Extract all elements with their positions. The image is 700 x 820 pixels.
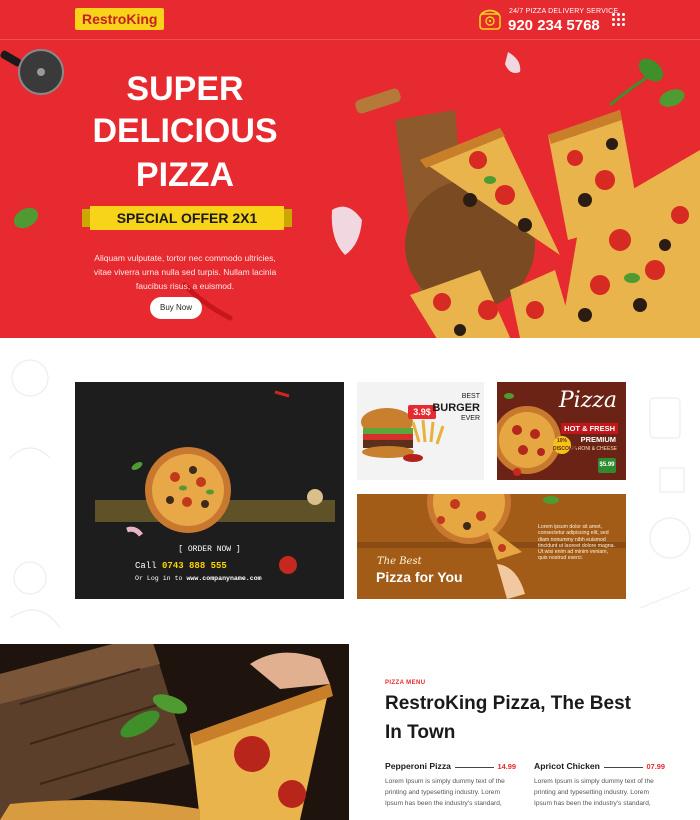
menu-item-divider <box>454 767 494 768</box>
best-pizza-script: The Best <box>377 556 422 567</box>
burger-line1: BEST <box>461 393 480 400</box>
order-phone: 0743 888 555 <box>162 561 227 571</box>
pizza-menu-section: PIZZA MENU RestroKing Pizza, The Best In… <box>0 644 700 820</box>
hero-banner: SUPER DELICIOUS PIZZA SPECIAL OFFER 2X1 … <box>0 40 700 338</box>
order-now-promo[interactable]: [ ORDER NOW ] Call 0743 888 555 Or Log i… <box>75 382 344 599</box>
call-line: Call 0743 888 555 <box>135 561 227 571</box>
menu-item-name: Apricot Chicken <box>534 761 600 771</box>
discount-badge: 10% DISCOUNT <box>553 436 580 454</box>
hero-description: Aliquam vulputate, tortor nec commodo ul… <box>93 253 277 291</box>
hot-fresh-pizza-promo[interactable]: Pizza HOT & FRESH PREMIUM PEPPERONI & CH… <box>497 382 626 480</box>
order-now-label: [ ORDER NOW ] <box>178 545 241 554</box>
buy-now-button[interactable]: Buy Now <box>150 297 202 319</box>
hot-price-tag: $5.99 <box>598 458 616 473</box>
special-offer-label: SPECIAL OFFER 2X1 <box>116 210 258 226</box>
burger-line2: BURGER <box>432 402 480 414</box>
menu-item-description: Lorem Ipsum is simply dummy text of the … <box>534 778 654 807</box>
hot-premium-label: PREMIUM <box>580 435 616 444</box>
menu-item-divider <box>603 767 643 768</box>
promo-gallery: [ ORDER NOW ] Call 0743 888 555 Or Log i… <box>0 338 700 644</box>
burger-line3: EVER <box>460 415 480 422</box>
menu-item-price: 14.99 <box>497 761 517 771</box>
pizza-cutter-icon <box>0 49 64 95</box>
menu-heading-line1: RestroKing Pizza, The Best <box>385 693 631 714</box>
menu-item[interactable]: Pepperoni Pizza 14.99 Lorem Ipsum is sim… <box>385 760 516 809</box>
menu-heading-line2: In Town <box>385 722 456 743</box>
best-burger-promo[interactable]: 3.9$ BEST BURGER EVER <box>357 382 484 480</box>
best-pizza-body: Lorem ipsum dolor sit amet, consectetur … <box>538 524 615 562</box>
phone-number[interactable]: 920 234 5768 <box>508 17 600 34</box>
menu-item[interactable]: Apricot Chicken 07.99 Lorem Ipsum is sim… <box>534 760 665 809</box>
hot-fresh-badge: HOT & FRESH <box>561 423 618 434</box>
site-header: RestroKing 24/7 PIZZA DELIVERY SERVICE 9… <box>0 0 700 40</box>
hero-title-line2: DELICIOUS <box>92 112 278 150</box>
pizza-slice-photo <box>0 644 349 820</box>
grid-dots-icon[interactable] <box>612 13 626 27</box>
best-pizza-promo[interactable]: The Best Pizza for You Lorem ipsum dolor… <box>357 494 626 599</box>
menu-item-description: Lorem Ipsum is simply dummy text of the … <box>385 778 505 807</box>
hero-title-line1: SUPER <box>126 70 244 108</box>
menu-item-name: Pepperoni Pizza <box>385 761 451 771</box>
hero-title-line3: PIZZA <box>135 156 235 194</box>
best-pizza-title: Pizza for You <box>376 569 463 585</box>
hot-pizza-title: Pizza <box>558 388 617 413</box>
company-url: www.companyname.com <box>186 575 262 582</box>
telephone-icon <box>479 9 501 30</box>
login-line: Or Log in to www.companyname.com <box>135 575 262 582</box>
menu-item-price: 07.99 <box>646 761 666 771</box>
logo[interactable]: RestroKing <box>75 8 165 30</box>
menu-kicker: PIZZA MENU <box>385 680 426 686</box>
service-label: 24/7 PIZZA DELIVERY SERVICE <box>509 8 619 15</box>
